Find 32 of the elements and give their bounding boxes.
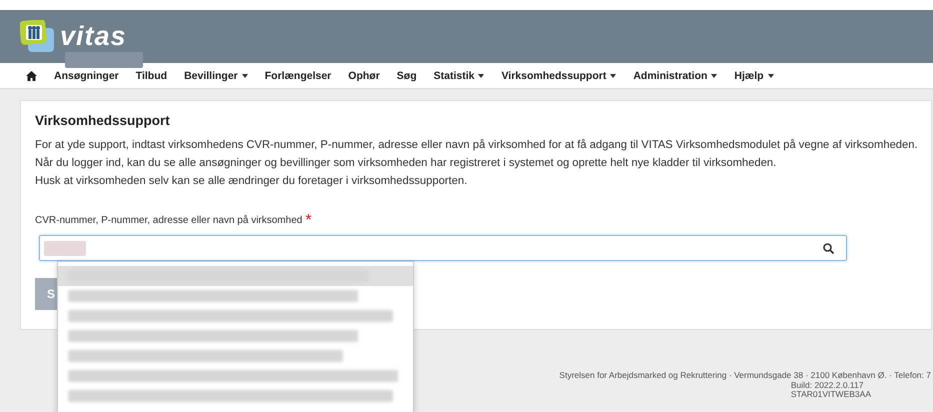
suggestion-item[interactable] <box>58 266 413 286</box>
nav-item[interactable]: Forlængelser <box>264 70 332 82</box>
build-version: Build: 2022.2.0.117 <box>790 380 864 390</box>
suggestion-item[interactable] <box>58 366 413 386</box>
home-icon[interactable] <box>26 70 37 80</box>
card-title: Virksomhedssupport <box>35 113 171 128</box>
logo-icon <box>20 20 54 52</box>
paragraph: Når du logger ind, kan du se alle ansøgninger og bevillinger som virksomheden har registreret i systemet og oprette helt nye kladder til virksomheden. <box>35 156 778 171</box>
nav-item[interactable]: Tilbud <box>136 70 168 82</box>
search-field[interactable] <box>39 235 847 261</box>
nav-item[interactable]: Virksomhedssupport <box>501 70 616 82</box>
paragraph: For at yde support, indtast virksomhedens CVR-nummer, P-nummer, adresse eller navn på virksomhed for at få adgang til VITAS Virksomhedsmodulet på vegne af virksomheden. <box>35 138 917 153</box>
nav-item[interactable]: Ansøgninger <box>54 70 119 82</box>
paragraph: Husk at virksomheden selv kan se alle ændringer du foretager i virksomhedssupporten. <box>35 174 468 189</box>
nav-item[interactable]: Søg <box>396 70 417 82</box>
logo-text: vitas <box>60 22 127 50</box>
nav-item[interactable]: Hjælp <box>734 70 774 82</box>
suggestion-item[interactable] <box>58 386 413 406</box>
nav-item[interactable]: Ophør <box>348 70 380 82</box>
required-mark: * <box>305 215 312 227</box>
server-name: STAR01VITWEB3AA <box>790 390 871 400</box>
nav-item[interactable]: Administration <box>633 70 718 82</box>
nav-item[interactable]: Statistik <box>434 70 484 82</box>
footer-address: Styrelsen for Arbejdsmarked og Rekruttering · Vermundsgade 38 · 2100 København Ø. · Telefon: 7 <box>559 371 931 380</box>
redacted-block <box>44 240 86 256</box>
suggestion-item[interactable] <box>58 286 413 306</box>
search-icon <box>823 242 834 254</box>
suggestion-item[interactable] <box>58 326 413 346</box>
suggestion-item[interactable] <box>58 306 413 326</box>
suggestion-item[interactable] <box>58 346 413 366</box>
nav-item[interactable]: Bevillinger <box>184 70 248 82</box>
field-label: CVR-nummer, P-nummer, adresse eller navn på virksomhed <box>35 215 302 226</box>
